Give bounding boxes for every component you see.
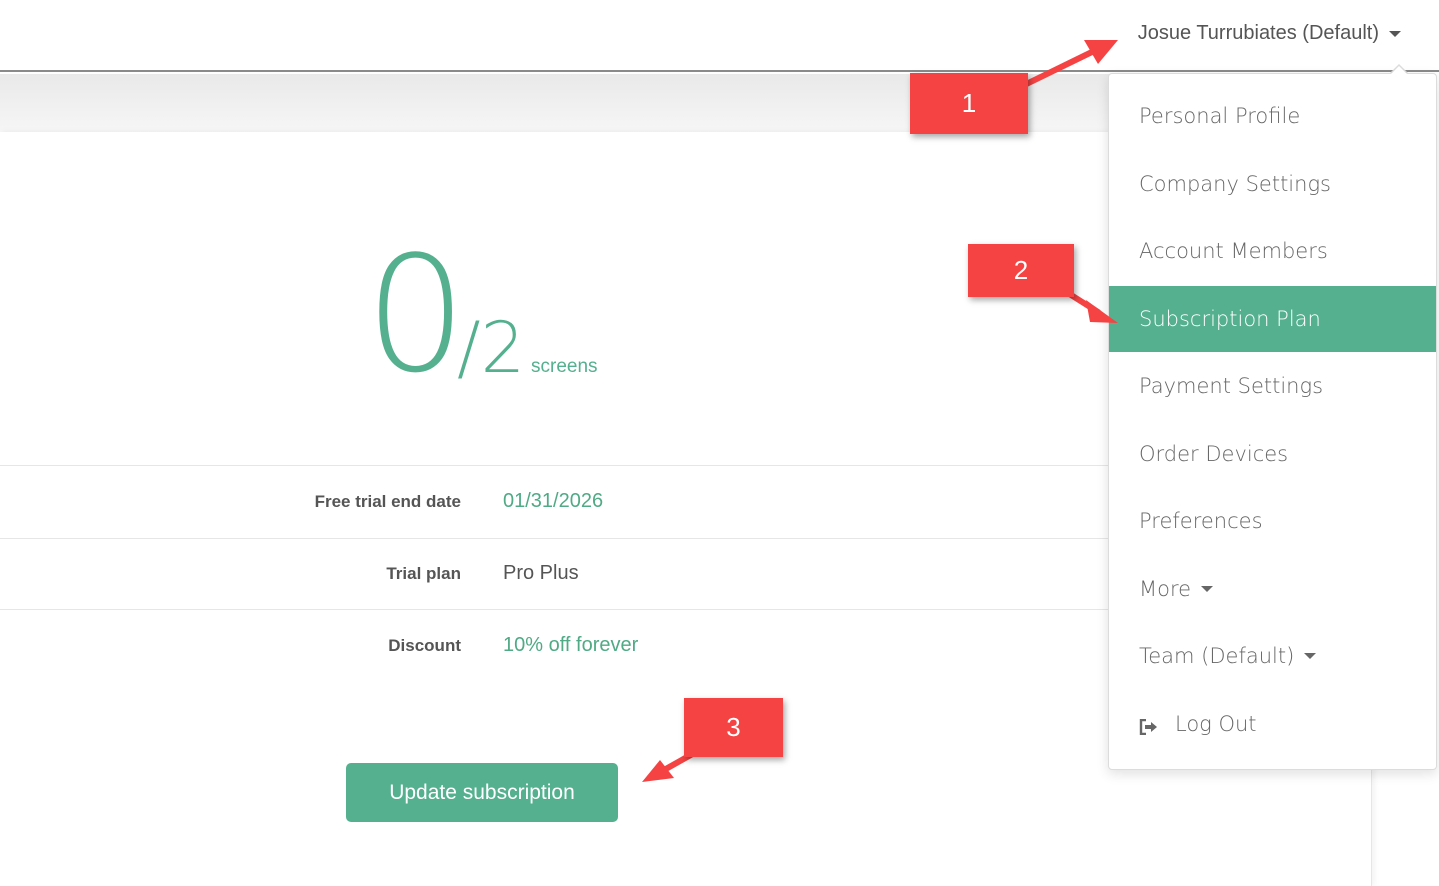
screens-total: /2 <box>457 307 526 389</box>
menu-item-account-members[interactable]: Account Members <box>1109 218 1436 284</box>
chevron-down-icon <box>1304 653 1317 659</box>
trial-plan-value: Pro Plus <box>503 562 579 584</box>
user-dropdown-menu: Personal Profile Company Settings Accoun… <box>1108 73 1437 770</box>
menu-item-preferences[interactable]: Preferences <box>1109 488 1436 554</box>
discount-label: Discount <box>388 636 461 655</box>
menu-item-more[interactable]: More <box>1109 556 1436 622</box>
trial-end-value: 01/31/2026 <box>503 490 604 512</box>
annotation-badge-1: 1 <box>910 73 1028 134</box>
annotation-badge-2: 2 <box>968 244 1074 297</box>
trial-end-label: Free trial end date <box>314 492 461 511</box>
user-name: Josue Turrubiates (Default) <box>1137 22 1379 44</box>
menu-item-order-devices[interactable]: Order Devices <box>1109 421 1436 487</box>
menu-item-team[interactable]: Team (Default) <box>1109 623 1436 689</box>
annotation-badge-3: 3 <box>684 698 783 757</box>
log-out-icon <box>1139 716 1159 736</box>
menu-item-personal-profile[interactable]: Personal Profile <box>1109 83 1436 149</box>
menu-item-log-out[interactable]: Log Out <box>1109 691 1436 757</box>
menu-item-company-settings[interactable]: Company Settings <box>1109 151 1436 217</box>
chevron-down-icon <box>1201 586 1214 592</box>
menu-item-subscription-plan[interactable]: Subscription Plan <box>1109 286 1436 352</box>
trial-plan-label: Trial plan <box>386 564 461 583</box>
chevron-down-icon <box>1389 30 1401 37</box>
divider <box>0 465 1108 466</box>
page: Josue Turrubiates (Default) 0 /2 screens… <box>0 0 1439 886</box>
screens-unit: screens <box>531 356 598 377</box>
screens-used: 0 <box>365 221 467 408</box>
divider <box>0 538 1108 539</box>
update-subscription-button[interactable]: Update subscription <box>346 763 618 822</box>
discount-value: 10% off forever <box>503 634 639 656</box>
menu-item-payment-settings[interactable]: Payment Settings <box>1109 353 1436 419</box>
dropdown-notch-inner <box>1390 66 1408 75</box>
user-menu-toggle[interactable]: Josue Turrubiates (Default) <box>1138 22 1401 45</box>
divider <box>0 609 1108 610</box>
top-bar: Josue Turrubiates (Default) <box>0 0 1439 72</box>
